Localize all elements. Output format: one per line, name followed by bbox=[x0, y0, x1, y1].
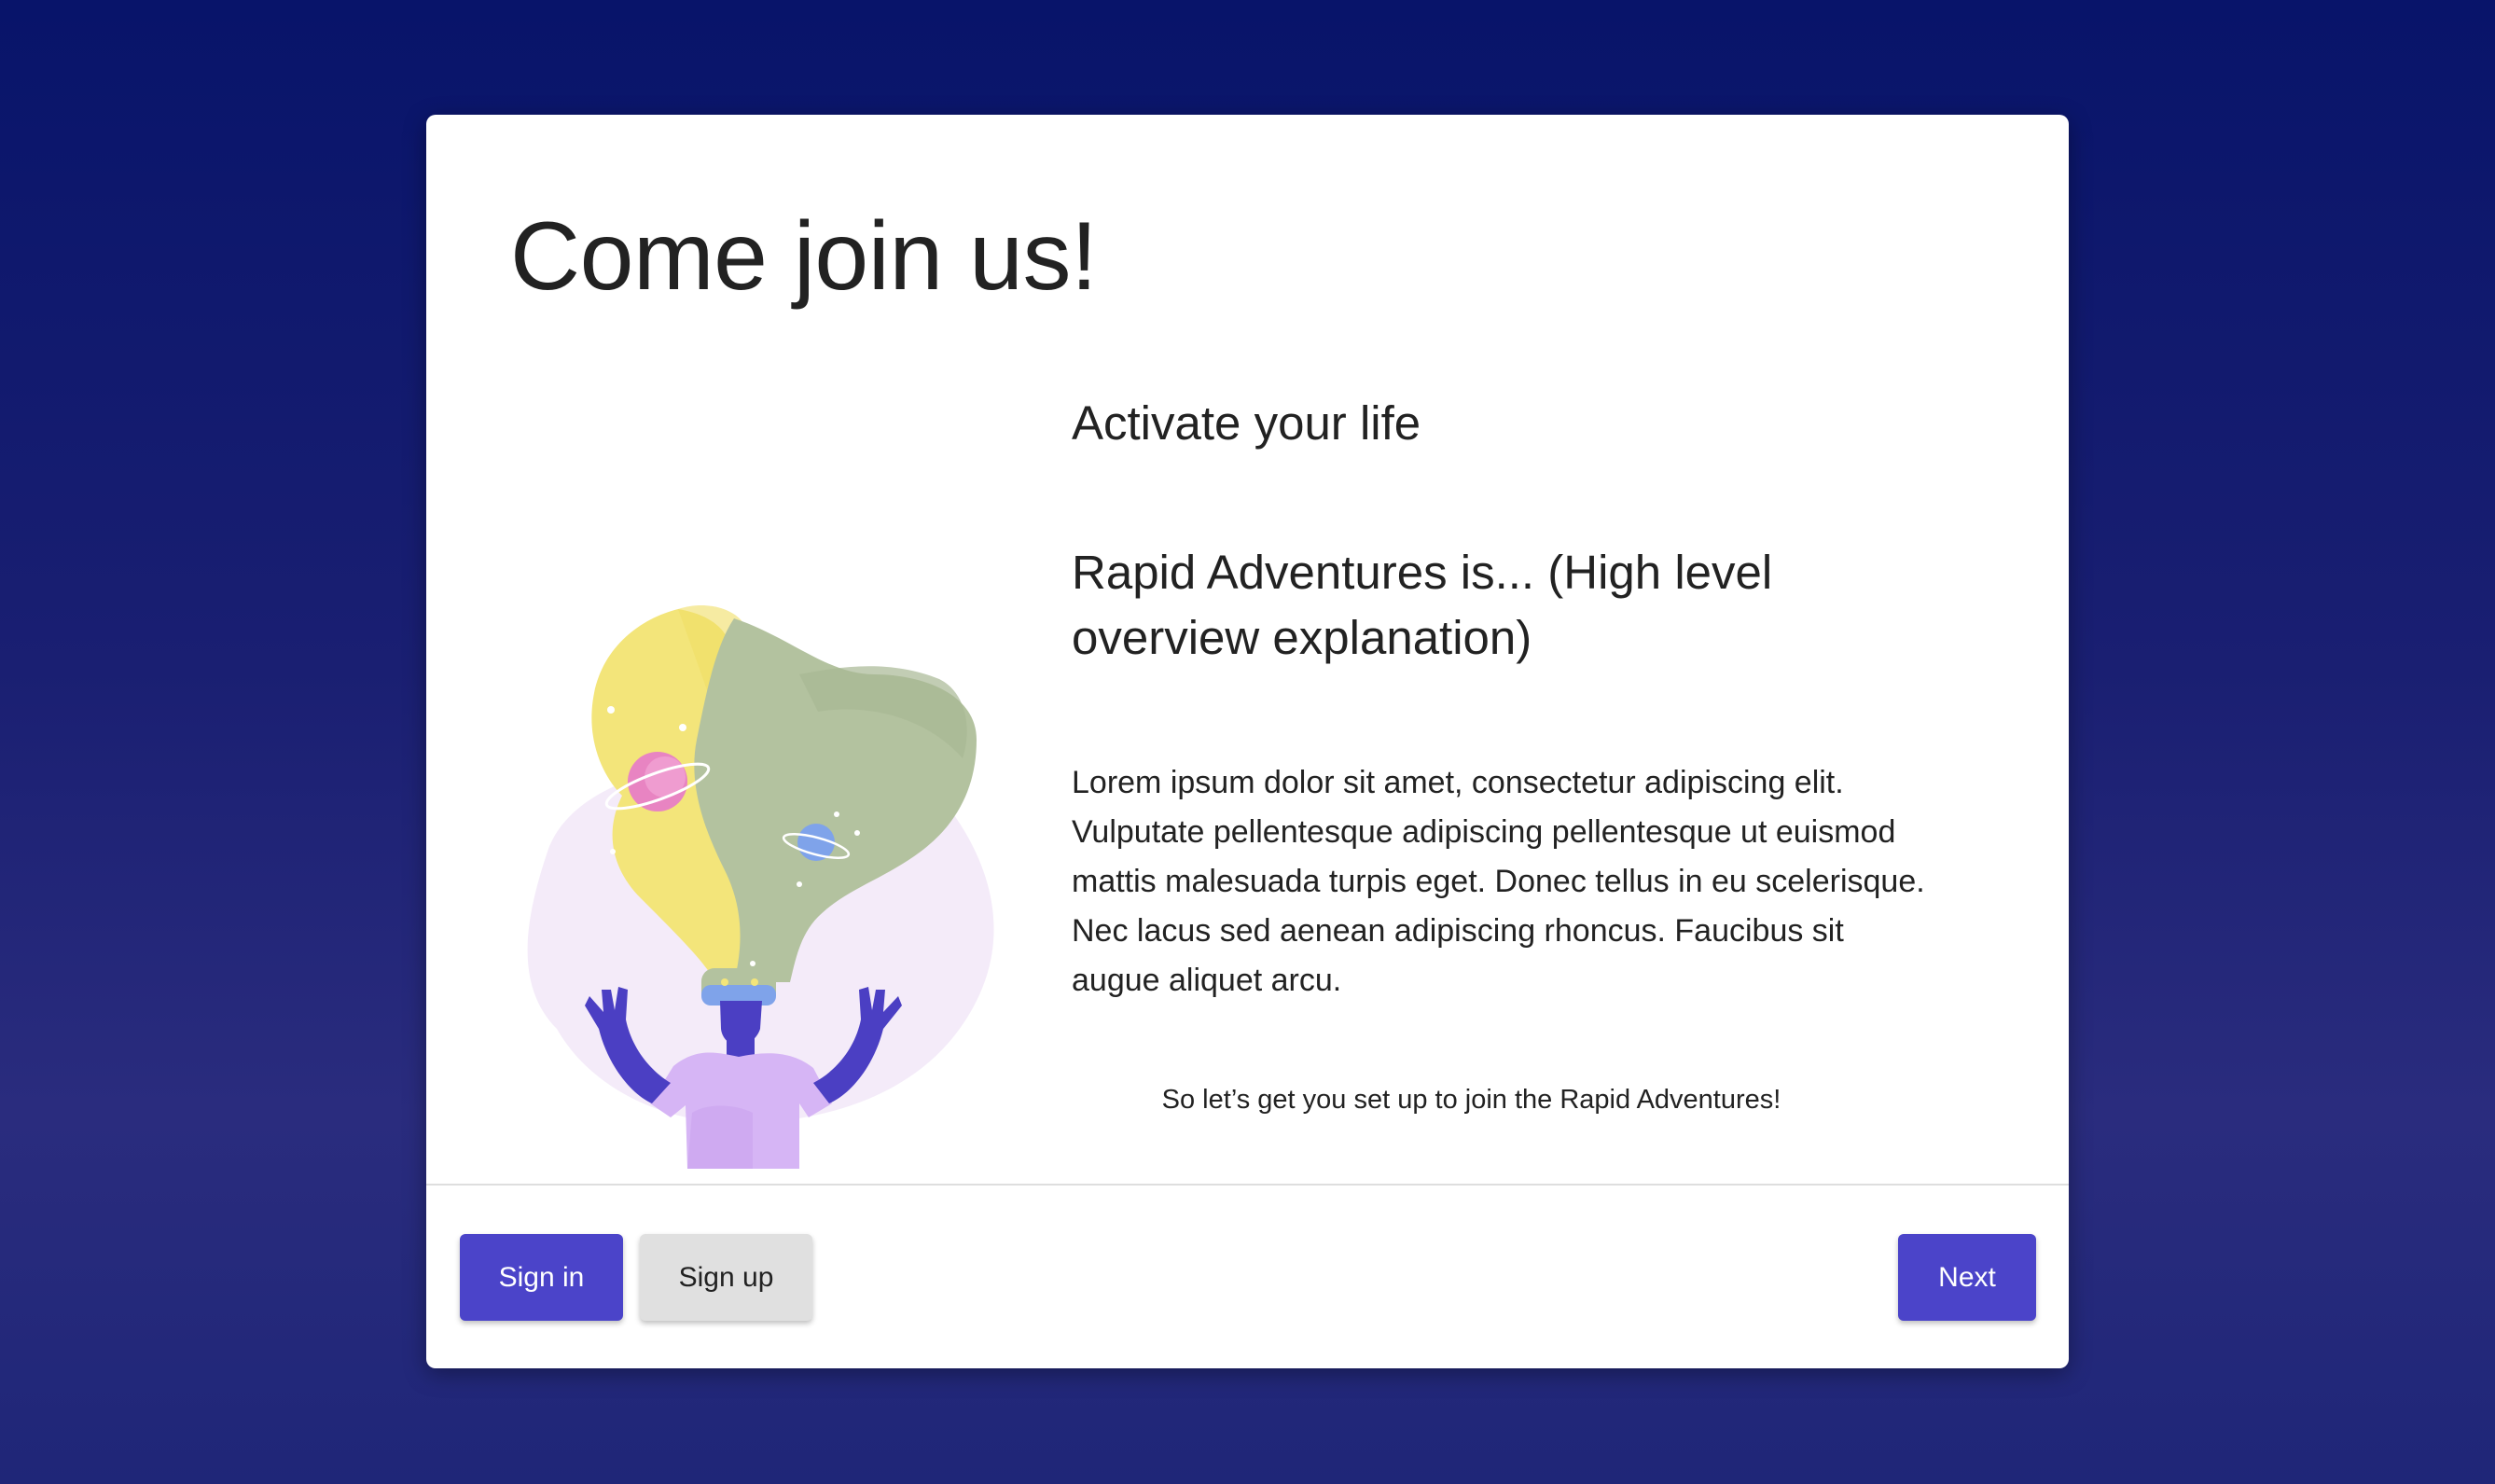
subtitle: Activate your life bbox=[1072, 396, 1421, 450]
overview-heading: Rapid Adventures is... (High level overv… bbox=[1072, 546, 1773, 664]
vr-headset-person-illustration bbox=[492, 460, 1014, 1169]
sign-up-button[interactable]: Sign up bbox=[640, 1234, 812, 1321]
setup-message: So let’s get you set up to join the Rapi… bbox=[1161, 1085, 1781, 1115]
onboarding-dialog: Come join us! Activate your life Rapid A… bbox=[426, 115, 2069, 1368]
content-panel: Activate your life Rapid Adventures is..… bbox=[1072, 395, 1948, 1006]
body-paragraph: Lorem ipsum dolor sit amet, consectetur … bbox=[1072, 764, 1925, 999]
sign-in-button[interactable]: Sign in bbox=[460, 1234, 623, 1321]
dialog-footer: Sign in Sign up Next bbox=[426, 1186, 2069, 1368]
dialog-title: Come join us! bbox=[510, 202, 1098, 311]
next-button[interactable]: Next bbox=[1898, 1234, 2036, 1321]
